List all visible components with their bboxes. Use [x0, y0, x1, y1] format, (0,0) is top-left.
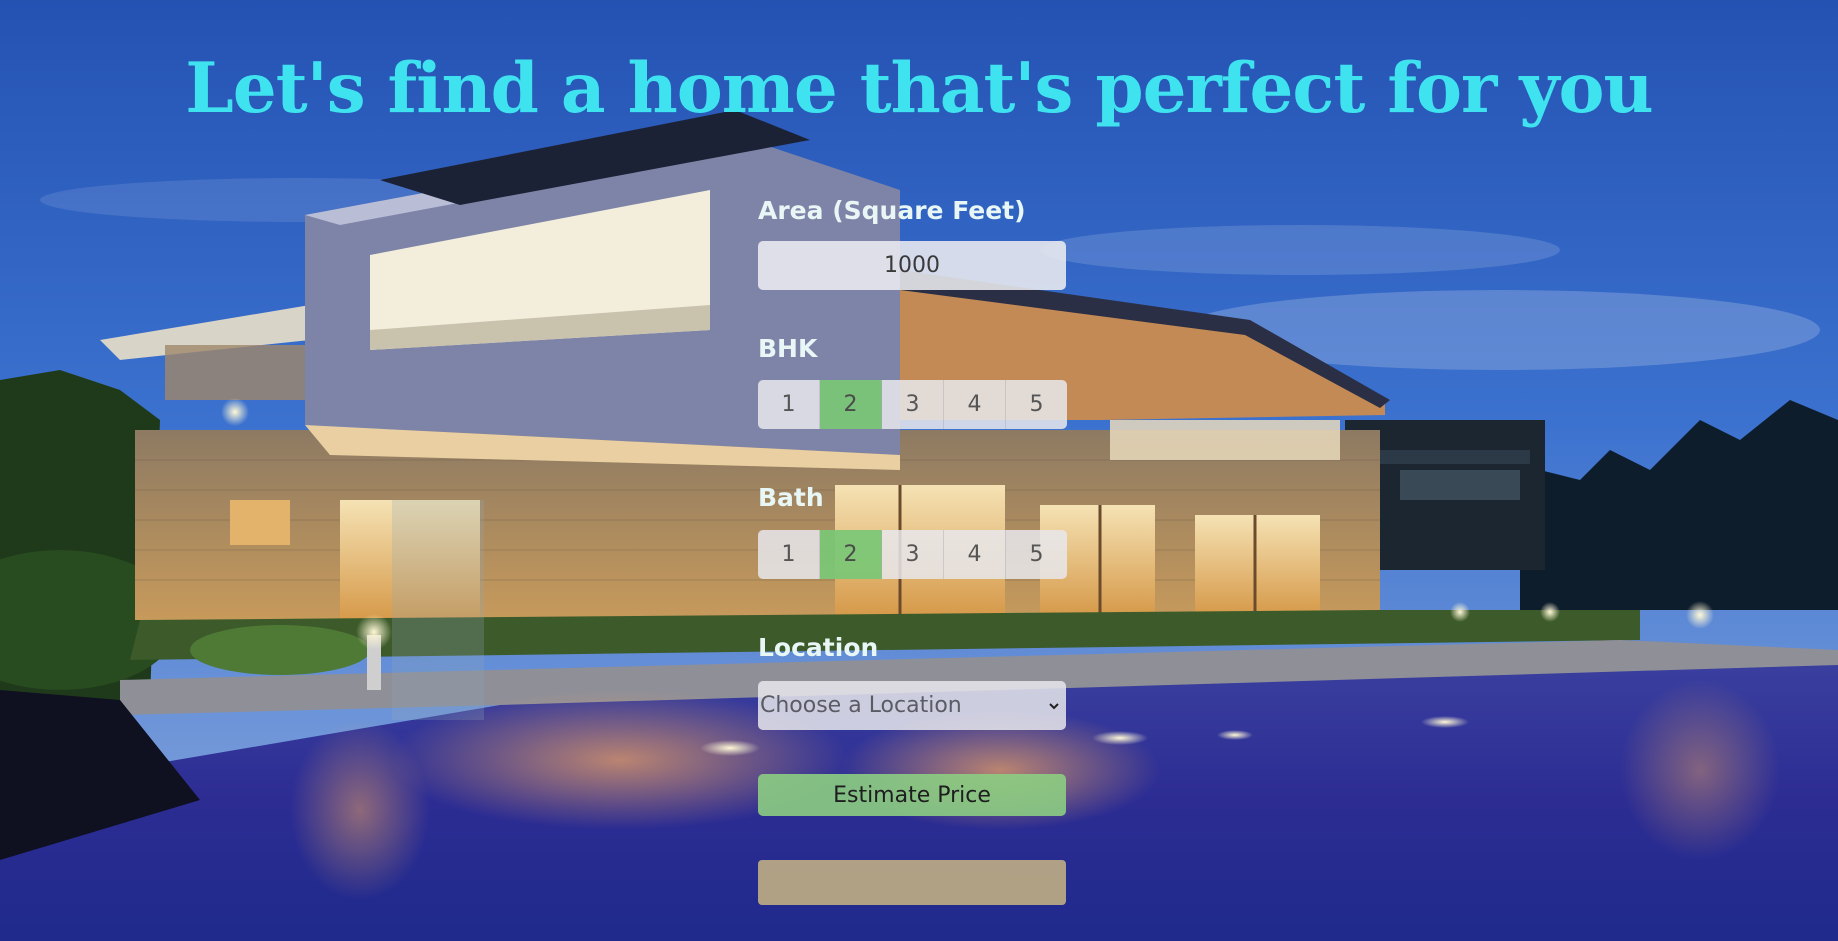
bath-option-3[interactable]: 3	[882, 530, 944, 579]
bath-selector: 1 2 3 4 5	[758, 530, 1067, 579]
bhk-option-2[interactable]: 2	[820, 380, 882, 429]
bhk-option-3[interactable]: 3	[882, 380, 944, 429]
estimate-price-button[interactable]: Estimate Price	[758, 774, 1066, 816]
bhk-label: BHK	[758, 334, 818, 363]
estimated-price-result	[758, 860, 1066, 905]
page-title: Let's find a home that's perfect for you	[185, 48, 1653, 129]
bhk-option-1[interactable]: 1	[758, 380, 820, 429]
bhk-selector: 1 2 3 4 5	[758, 380, 1067, 429]
bath-option-5[interactable]: 5	[1006, 530, 1067, 579]
bath-option-2[interactable]: 2	[820, 530, 882, 579]
location-select[interactable]: Choose a Location	[758, 681, 1066, 730]
chevron-down-icon	[1049, 702, 1059, 709]
bath-option-4[interactable]: 4	[944, 530, 1006, 579]
area-input[interactable]	[758, 241, 1066, 290]
area-label: Area (Square Feet)	[758, 196, 1026, 225]
bhk-option-4[interactable]: 4	[944, 380, 1006, 429]
location-label: Location	[758, 633, 879, 662]
bath-label: Bath	[758, 483, 824, 512]
location-selected-value: Choose a Location	[760, 693, 962, 718]
bath-option-1[interactable]: 1	[758, 530, 820, 579]
bhk-option-5[interactable]: 5	[1006, 380, 1067, 429]
